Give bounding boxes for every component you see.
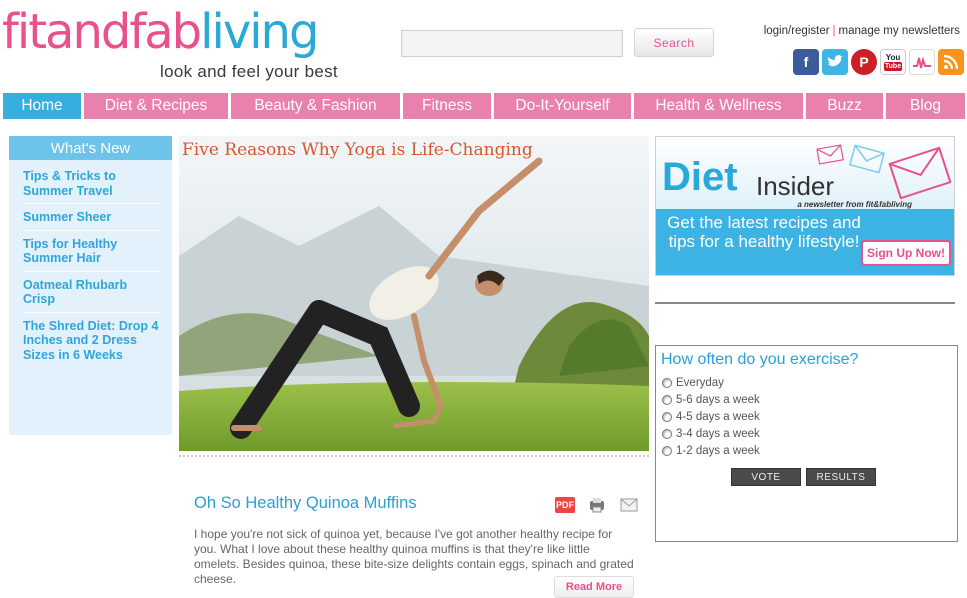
poll-option-label: 4-5 days a week: [676, 410, 760, 423]
whats-new-panel: What's New Tips & Tricks to Summer Trave…: [9, 136, 172, 435]
logo-part-fitand: fitand: [2, 4, 131, 60]
radio-button[interactable]: [662, 445, 672, 456]
social-icons: f P You Tube: [793, 49, 964, 77]
right-divider: [655, 302, 955, 304]
poll-option[interactable]: 4-5 days a week: [662, 408, 760, 425]
poll-question: How often do you exercise?: [661, 351, 859, 368]
print-icon[interactable]: [587, 497, 607, 513]
envelopes-icon: [816, 144, 951, 199]
poll-option[interactable]: 5-6 days a week: [662, 391, 760, 408]
ad-subtitle: a newsletter from fit&fabliving: [797, 200, 912, 209]
poll-option-label: Everyday: [676, 376, 724, 389]
site-logo[interactable]: fitandfabliving look and feel your best: [2, 2, 382, 84]
nav-beauty-fashion[interactable]: Beauty & Fashion: [231, 93, 400, 119]
feature-banner[interactable]: Five Reasons Why Yoga is Life-Changing: [179, 136, 649, 451]
whats-new-item[interactable]: Tips for Healthy Summer Hair: [23, 234, 161, 272]
ad-diet-word: Diet: [662, 155, 738, 199]
ad-pitch: Get the latest recipes and tips for a he…: [667, 213, 861, 251]
email-icon[interactable]: [619, 497, 639, 513]
logo-part-fab: fab: [129, 4, 202, 60]
myspace-icon[interactable]: [909, 49, 935, 75]
main-nav: Home Diet & Recipes Beauty & Fashion Fit…: [3, 93, 965, 119]
nav-fitness[interactable]: Fitness: [403, 93, 491, 119]
exercise-poll: How often do you exercise? Everyday 5-6 …: [655, 345, 958, 542]
nav-diet-recipes[interactable]: Diet & Recipes: [84, 93, 228, 119]
search-input[interactable]: [401, 30, 623, 57]
whats-new-item[interactable]: Tips & Tricks to Summer Travel: [23, 166, 161, 204]
article-title[interactable]: Oh So Healthy Quinoa Muffins: [194, 494, 417, 513]
logo-tagline: look and feel your best: [160, 62, 338, 81]
feature-divider: [179, 455, 649, 457]
nav-home[interactable]: Home: [3, 93, 81, 119]
ad-insider-word: Insider: [756, 171, 835, 201]
search-button[interactable]: Search: [634, 28, 714, 57]
youtube-icon[interactable]: You Tube: [880, 49, 906, 75]
whats-new-list: Tips & Tricks to Summer Travel Summer Sh…: [9, 166, 172, 367]
account-links: login/register | manage my newsletters: [763, 25, 960, 37]
poll-option[interactable]: 1-2 days a week: [662, 442, 760, 459]
manage-newsletters-link[interactable]: manage my newsletters: [839, 25, 960, 37]
whats-new-heading: What's New: [9, 136, 172, 160]
logo-part-living: living: [200, 4, 319, 60]
radio-button[interactable]: [662, 394, 672, 405]
nav-health-wellness[interactable]: Health & Wellness: [634, 93, 803, 119]
rss-icon[interactable]: [938, 49, 964, 75]
logo-wordmark: fitandfabliving: [2, 2, 319, 62]
whats-new-item[interactable]: Summer Sheer: [23, 207, 161, 231]
pinterest-icon[interactable]: P: [851, 49, 877, 75]
poll-options: Everyday 5-6 days a week 4-5 days a week…: [662, 374, 760, 459]
read-more-button[interactable]: Read More: [554, 576, 634, 598]
pdf-icon[interactable]: PDF: [555, 497, 575, 513]
article-tools: PDF: [555, 497, 639, 513]
feature-title[interactable]: Five Reasons Why Yoga is Life-Changing: [182, 140, 533, 160]
ad-signup-button[interactable]: Sign Up Now!: [861, 240, 951, 266]
login-register-link[interactable]: login/register: [764, 25, 830, 37]
whats-new-item[interactable]: The Shred Diet: Drop 4 Inches and 2 Dres…: [23, 316, 161, 368]
diet-insider-ad[interactable]: Diet Insider a newsletter from fit&fabli…: [655, 136, 955, 276]
yoga-photo: [179, 136, 649, 451]
poll-option-label: 5-6 days a week: [676, 393, 760, 406]
radio-button[interactable]: [662, 428, 672, 439]
nav-blog[interactable]: Blog: [886, 93, 965, 119]
facebook-icon[interactable]: f: [793, 49, 819, 75]
poll-option-label: 3-4 days a week: [676, 427, 760, 440]
poll-option[interactable]: Everyday: [662, 374, 760, 391]
nav-do-it-yourself[interactable]: Do-It-Yourself: [494, 93, 631, 119]
poll-option[interactable]: 3-4 days a week: [662, 425, 760, 442]
poll-option-label: 1-2 days a week: [676, 444, 760, 457]
radio-button[interactable]: [662, 377, 672, 388]
vote-button[interactable]: VOTE: [731, 468, 801, 486]
nav-buzz[interactable]: Buzz: [806, 93, 883, 119]
twitter-icon[interactable]: [822, 49, 848, 75]
whats-new-item[interactable]: Oatmeal Rhubarb Crisp: [23, 275, 161, 313]
results-button[interactable]: RESULTS: [806, 468, 876, 486]
radio-button[interactable]: [662, 411, 672, 422]
